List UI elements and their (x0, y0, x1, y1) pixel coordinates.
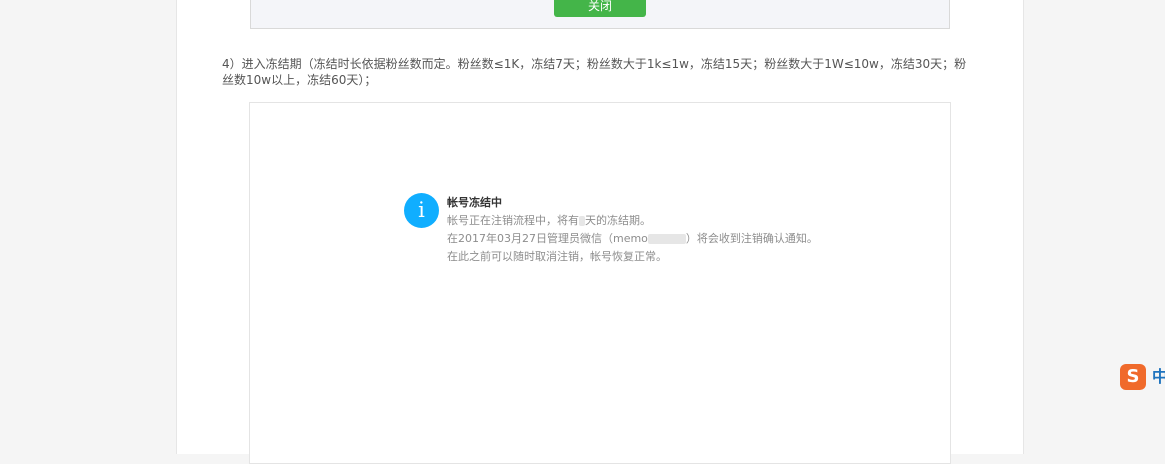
frozen-account-screenshot: i 帐号冻结中 帐号正在注销流程中，将有7天的冻结期。 在2017年03月27日… (249, 102, 951, 464)
frozen-notice: 帐号冻结中 帐号正在注销流程中，将有7天的冻结期。 在2017年03月27日管理… (447, 194, 818, 266)
ime-mode-label[interactable]: 中 (1152, 367, 1165, 387)
sogou-logo-icon: S (1120, 364, 1146, 390)
blurred-wechat-id: xxxxxx (647, 234, 686, 244)
previous-screenshot: 关闭 (250, 0, 950, 29)
notice-line-1: 帐号正在注销流程中，将有7天的冻结期。 (447, 212, 818, 230)
ime-toolbar[interactable]: S 中 (1118, 362, 1165, 392)
notice-title: 帐号冻结中 (447, 196, 502, 209)
info-icon: i (404, 193, 439, 228)
notice-line-1-end: 天的冻结期。 (585, 214, 651, 227)
step-4-text: 4）进入冻结期（冻结时长依据粉丝数而定。粉丝数≤1K，冻结7天；粉丝数大于1k≤… (222, 57, 967, 87)
notice-line-2: 在2017年03月27日管理员微信（memoxxxxxx）将会收到注销确认通知。 (447, 230, 818, 248)
notice-line-3: 在此之前可以随时取消注销，帐号恢复正常。 (447, 250, 667, 263)
notice-line-2-start: 在2017年03月27日管理员微信（memo (447, 232, 648, 245)
notice-line-1-start: 帐号正在注销流程中，将有 (447, 214, 579, 227)
notice-line-2-end: ）将会收到注销确认通知。 (685, 232, 818, 245)
close-button[interactable]: 关闭 (554, 0, 646, 17)
